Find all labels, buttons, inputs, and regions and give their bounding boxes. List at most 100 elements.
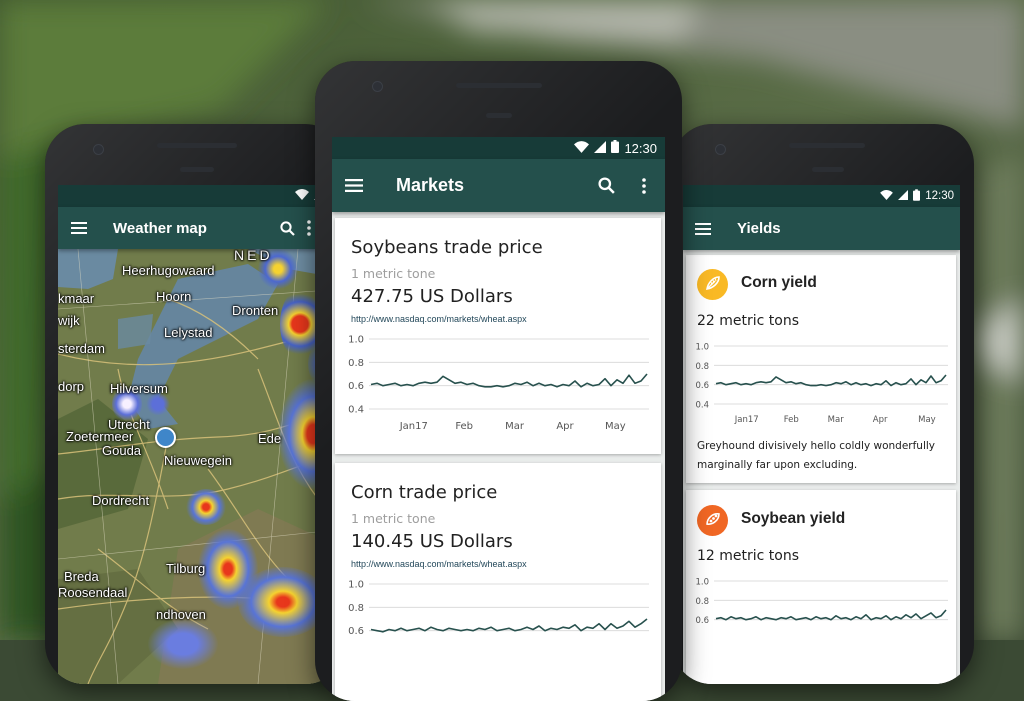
price-series-line — [715, 374, 947, 387]
map-label: Nieuwegein — [164, 453, 232, 468]
signal-icon — [594, 140, 607, 156]
y-tick-label: 0.8 — [348, 358, 364, 369]
search-icon[interactable] — [594, 159, 618, 212]
wifi-icon — [574, 140, 590, 156]
x-tick-label: Feb — [455, 421, 473, 432]
x-tick-label: May — [918, 415, 936, 425]
markets-screen: 12:30 Markets Soybeans trade price 1 met… — [332, 137, 665, 701]
map-label: Gouda — [102, 443, 142, 458]
page-title: Yields — [737, 220, 781, 237]
weather-screen: 12 Weather map — [58, 185, 345, 684]
corn-yield-card[interactable]: Corn yield 22 metric tons 1.0 0.8 0.6 0.4 Ja… — [686, 255, 956, 483]
y-tick-label: 1.0 — [348, 580, 364, 591]
x-tick-label: Apr — [873, 415, 888, 425]
phone-markets: 12:30 Markets Soybeans trade price 1 met… — [315, 61, 682, 701]
phone-weather-map: 12 Weather map — [45, 124, 345, 684]
y-tick-label: 0.8 — [348, 603, 364, 614]
corn-price-card[interactable]: Corn trade price 1 metric tone 140.45 US… — [335, 463, 661, 701]
soybeans-price-chart: 1.0 0.8 0.6 0.4 Jan17 Feb Mar Apr May — [348, 335, 649, 432]
map-label: kmaar — [58, 291, 95, 306]
radar-cell — [146, 393, 170, 415]
earpiece-speaker — [789, 143, 865, 148]
map-label: sterdam — [58, 341, 105, 356]
corn-price-chart: 1.0 0.8 0.6 — [348, 580, 649, 637]
status-time: 12:30 — [925, 190, 954, 202]
price-series-line — [370, 618, 648, 633]
markets-app-bar: Markets — [332, 159, 665, 212]
map-label: dorp — [58, 379, 85, 394]
proximity-sensor — [812, 167, 844, 172]
radar-cell — [148, 619, 218, 669]
map-label: NED — [234, 249, 273, 263]
y-tick-label: 0.4 — [348, 405, 364, 416]
menu-icon[interactable] — [332, 159, 376, 212]
card-title: Soybeans trade price — [351, 237, 543, 258]
y-tick-label: 1.0 — [695, 343, 709, 353]
front-camera — [372, 81, 383, 92]
front-camera — [715, 144, 726, 155]
x-tick-label: Jan17 — [734, 415, 759, 425]
search-icon[interactable] — [276, 207, 298, 249]
x-tick-label: Mar — [505, 421, 525, 432]
card-title: Soybean yield — [741, 510, 846, 527]
y-tick-label: 0.6 — [695, 381, 709, 391]
card-price: 140.45 US Dollars — [351, 531, 513, 552]
phone-yields: 12:30 Yields Corn yield 22 metric tons 1… — [672, 124, 974, 684]
y-tick-label: 0.4 — [695, 401, 709, 411]
yields-screen: 12:30 Yields Corn yield 22 metric tons 1… — [683, 185, 960, 684]
price-series-line — [370, 373, 648, 388]
map-label: Zoetermeer — [66, 429, 134, 444]
wifi-icon — [880, 189, 894, 203]
soybean-badge — [697, 505, 728, 536]
card-unit: 1 metric tone — [351, 266, 436, 281]
corn-badge — [697, 269, 728, 300]
page-title: Markets — [396, 175, 465, 195]
card-title: Corn trade price — [351, 482, 498, 503]
map-label: wijk — [58, 313, 80, 328]
map-label: Breda — [64, 569, 99, 584]
more-options-icon[interactable] — [637, 159, 651, 212]
soybean-yield-card[interactable]: Soybean yield 12 metric tons 1.0 0.8 0.6 — [686, 490, 956, 684]
battery-icon — [913, 188, 921, 204]
wifi-icon — [294, 189, 309, 203]
map-label: Hilversum — [110, 381, 168, 396]
x-tick-label: Feb — [784, 415, 799, 425]
corn-icon — [704, 274, 722, 296]
y-tick-label: 1.0 — [695, 578, 709, 588]
card-source-link[interactable]: http://www.nasdaq.com/markets/wheat.aspx — [351, 559, 527, 569]
location-pin[interactable] — [155, 427, 176, 448]
x-tick-label: Jan17 — [399, 421, 428, 432]
menu-icon[interactable] — [685, 207, 721, 250]
card-price: 427.75 US Dollars — [351, 286, 513, 307]
y-tick-label: 0.8 — [695, 362, 709, 372]
map-label: Roosendaal — [58, 585, 128, 600]
x-tick-label: Apr — [556, 421, 574, 432]
y-tick-label: 0.6 — [695, 616, 709, 626]
signal-icon — [898, 189, 909, 203]
more-options-icon[interactable] — [304, 207, 314, 249]
card-amount: 12 metric tons — [697, 548, 800, 564]
map-label: Tilburg — [166, 561, 206, 576]
y-tick-label: 0.6 — [348, 381, 364, 392]
battery-icon — [611, 140, 620, 156]
y-tick-label: 1.0 — [348, 335, 364, 346]
soybeans-price-card[interactable]: Soybeans trade price 1 metric tone 427.7… — [335, 218, 661, 454]
proximity-sensor — [180, 167, 214, 172]
map-label: Ede — [258, 431, 282, 446]
yields-app-bar: Yields — [683, 207, 960, 250]
front-camera — [93, 144, 104, 155]
weather-map[interactable]: NED Heerhugowaard kmaar Hoorn wijk Dront… — [58, 249, 345, 684]
map-label: Heerhugowaard — [122, 263, 215, 278]
corn-yield-chart: 1.0 0.8 0.6 0.4 Jan17 Feb Mar Apr May — [695, 343, 948, 425]
card-title: Corn yield — [741, 274, 817, 291]
menu-icon[interactable] — [60, 207, 98, 249]
soybean-yield-chart: 1.0 0.8 0.6 — [695, 578, 948, 626]
card-amount: 22 metric tons — [697, 313, 800, 329]
earpiece-speaker — [456, 83, 542, 88]
card-description: Greyhound divisively hello coldly wonder… — [697, 440, 935, 471]
y-tick-label: 0.6 — [348, 626, 364, 637]
weather-app-bar: Weather map — [58, 207, 345, 249]
card-source-link[interactable]: http://www.nasdaq.com/markets/wheat.aspx — [351, 314, 527, 324]
x-tick-label: May — [605, 421, 626, 432]
map-label: Lelystad — [164, 325, 213, 340]
